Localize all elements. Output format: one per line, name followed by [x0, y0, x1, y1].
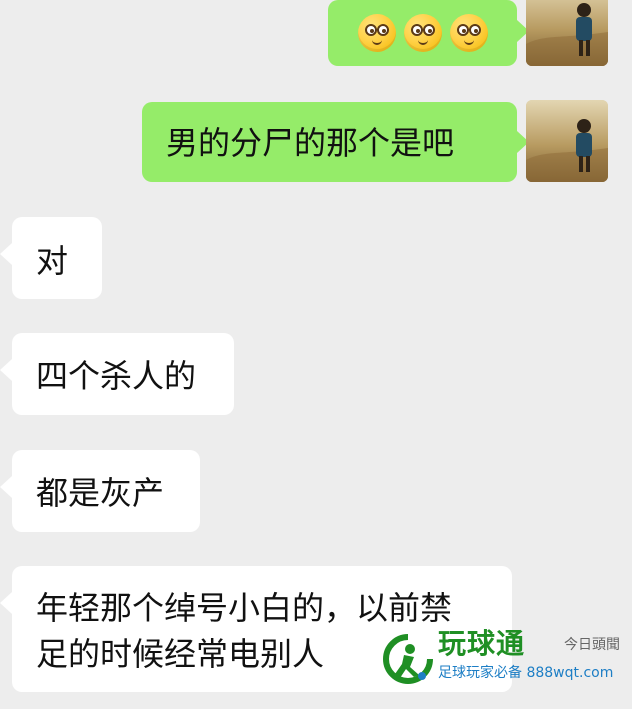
avatar-image [526, 100, 608, 182]
watermark-source: 今日頭聞 [564, 637, 620, 653]
pleading-face-emoji [449, 14, 488, 52]
received-message-bubble[interactable]: 对 [0, 217, 102, 299]
user-avatar[interactable] [526, 100, 608, 182]
received-message-bubble[interactable]: 都是灰产 [0, 450, 200, 532]
chat-screen: .bubble.me[data-name="sent-emoji-bubble"… [0, 0, 632, 709]
avatar-image [526, 0, 608, 66]
message-text: 男的分尸的那个是吧 [166, 124, 455, 162]
message-text: 都是灰产 [36, 474, 165, 512]
watermark-title: 玩球通 [438, 627, 526, 660]
pleading-face-emoji [357, 14, 396, 52]
message-text-line: 年轻那个绰号小白的，以前禁 [36, 589, 453, 627]
sent-emoji-bubble[interactable] [328, 0, 529, 66]
soccer-player-logo [382, 633, 434, 685]
pleading-face-emoji [403, 14, 442, 52]
emoji-row [328, 0, 517, 66]
watermark-subtitle: 足球玩家必备 888wqt.com [438, 665, 614, 681]
watermark: 玩球通 今日頭聞 足球玩家必备 888wqt.com [380, 627, 624, 701]
received-message-bubble[interactable]: 四个杀人的 [0, 333, 234, 415]
message-text: 对 [36, 242, 69, 280]
message-text: 四个杀人的 [36, 357, 197, 395]
sent-message-bubble[interactable]: 男的分尸的那个是吧 [142, 102, 529, 182]
user-avatar[interactable] [526, 0, 608, 66]
